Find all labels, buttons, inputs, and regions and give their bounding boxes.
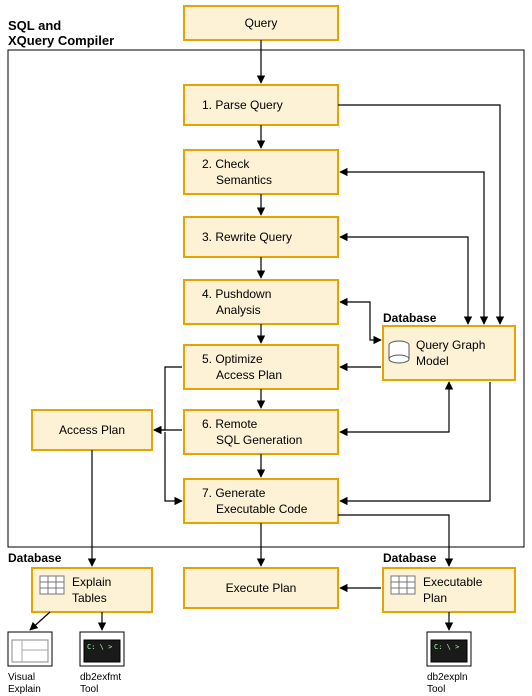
node-remote-sql-l1: 6. Remote bbox=[202, 417, 258, 431]
arrow-accessplan-s7 bbox=[165, 432, 182, 501]
node-exec-plan-l1: Executable bbox=[423, 575, 483, 589]
node-generate-code: 7. Generate Executable Code bbox=[184, 479, 338, 523]
node-parse-query: 1. Parse Query bbox=[184, 85, 338, 125]
arrow-s2-qgm bbox=[340, 172, 484, 324]
node-explain-l2: Tables bbox=[72, 591, 107, 605]
tool-db2expln-l2: Tool bbox=[427, 684, 445, 695]
tool-db2exfmt-l2: Tool bbox=[80, 684, 98, 695]
node-parse-query-label: 1. Parse Query bbox=[202, 98, 283, 112]
header-database-exec: Database bbox=[383, 551, 437, 565]
tool-db2exfmt-l1: db2exfmt bbox=[80, 672, 121, 683]
tool-visual-l1: Visual bbox=[8, 672, 35, 683]
node-check-semantics: 2. Check Semantics bbox=[184, 150, 338, 194]
node-rewrite-query: 3. Rewrite Query bbox=[184, 217, 338, 257]
arrow-s6-qgm bbox=[340, 382, 449, 432]
header-database-qgm: Database bbox=[383, 311, 437, 325]
node-optimize: 5. Optimize Access Plan bbox=[184, 345, 338, 389]
node-explain-l1: Explain bbox=[72, 575, 111, 589]
arrow-s4-qgm bbox=[340, 302, 381, 340]
tool-db2expln: C: \ > db2expln Tool bbox=[427, 632, 471, 695]
node-exec-plan-l2: Plan bbox=[423, 591, 447, 605]
arrow-s1-qgm bbox=[338, 105, 500, 324]
arrow-qgm-s7 bbox=[340, 382, 490, 501]
node-check-semantics-l2: Semantics bbox=[216, 173, 272, 187]
page-title-line2: XQuery Compiler bbox=[8, 33, 114, 48]
tool-db2exfmt-prompt: C: \ > bbox=[87, 643, 112, 651]
node-query-graph-model: Query Graph Model bbox=[383, 326, 515, 380]
tool-db2expln-l1: db2expln bbox=[427, 672, 468, 683]
node-optimize-l2: Access Plan bbox=[216, 368, 282, 382]
node-access-plan: Access Plan bbox=[32, 410, 152, 450]
tool-visual-l2: Explain bbox=[8, 684, 41, 695]
node-rewrite-query-label: 3. Rewrite Query bbox=[202, 230, 292, 244]
arrow-explain-visual bbox=[30, 612, 50, 630]
node-query: Query bbox=[184, 6, 338, 40]
node-optimize-l1: 5. Optimize bbox=[202, 352, 263, 366]
tool-db2exfmt: C: \ > db2exfmt Tool bbox=[80, 632, 124, 695]
node-execute-plan-label: Execute Plan bbox=[226, 581, 297, 595]
node-qgm-l2: Model bbox=[416, 354, 449, 368]
tool-db2expln-prompt: C: \ > bbox=[434, 643, 459, 651]
node-remote-sql: 6. Remote SQL Generation bbox=[184, 410, 338, 454]
arrow-s5-accessplan-a bbox=[154, 367, 182, 430]
node-executable-plan: Executable Plan bbox=[383, 568, 515, 612]
header-database-explain: Database bbox=[8, 551, 62, 565]
page-title-line1: SQL and bbox=[8, 18, 61, 33]
node-execute-plan: Execute Plan bbox=[184, 568, 338, 608]
node-query-label: Query bbox=[245, 16, 278, 30]
node-pushdown-l2: Analysis bbox=[216, 303, 261, 317]
node-pushdown-l1: 4. Pushdown bbox=[202, 287, 271, 301]
node-explain-tables: Explain Tables bbox=[32, 568, 152, 612]
node-generate-code-l2: Executable Code bbox=[216, 502, 308, 516]
node-remote-sql-l2: SQL Generation bbox=[216, 433, 302, 447]
node-access-plan-label: Access Plan bbox=[59, 423, 125, 437]
node-check-semantics-l1: 2. Check bbox=[202, 157, 250, 171]
node-generate-code-l1: 7. Generate bbox=[202, 486, 266, 500]
node-qgm-l1: Query Graph bbox=[416, 338, 485, 352]
tool-visual-explain: Visual Explain bbox=[8, 632, 52, 695]
node-pushdown: 4. Pushdown Analysis bbox=[184, 280, 338, 324]
